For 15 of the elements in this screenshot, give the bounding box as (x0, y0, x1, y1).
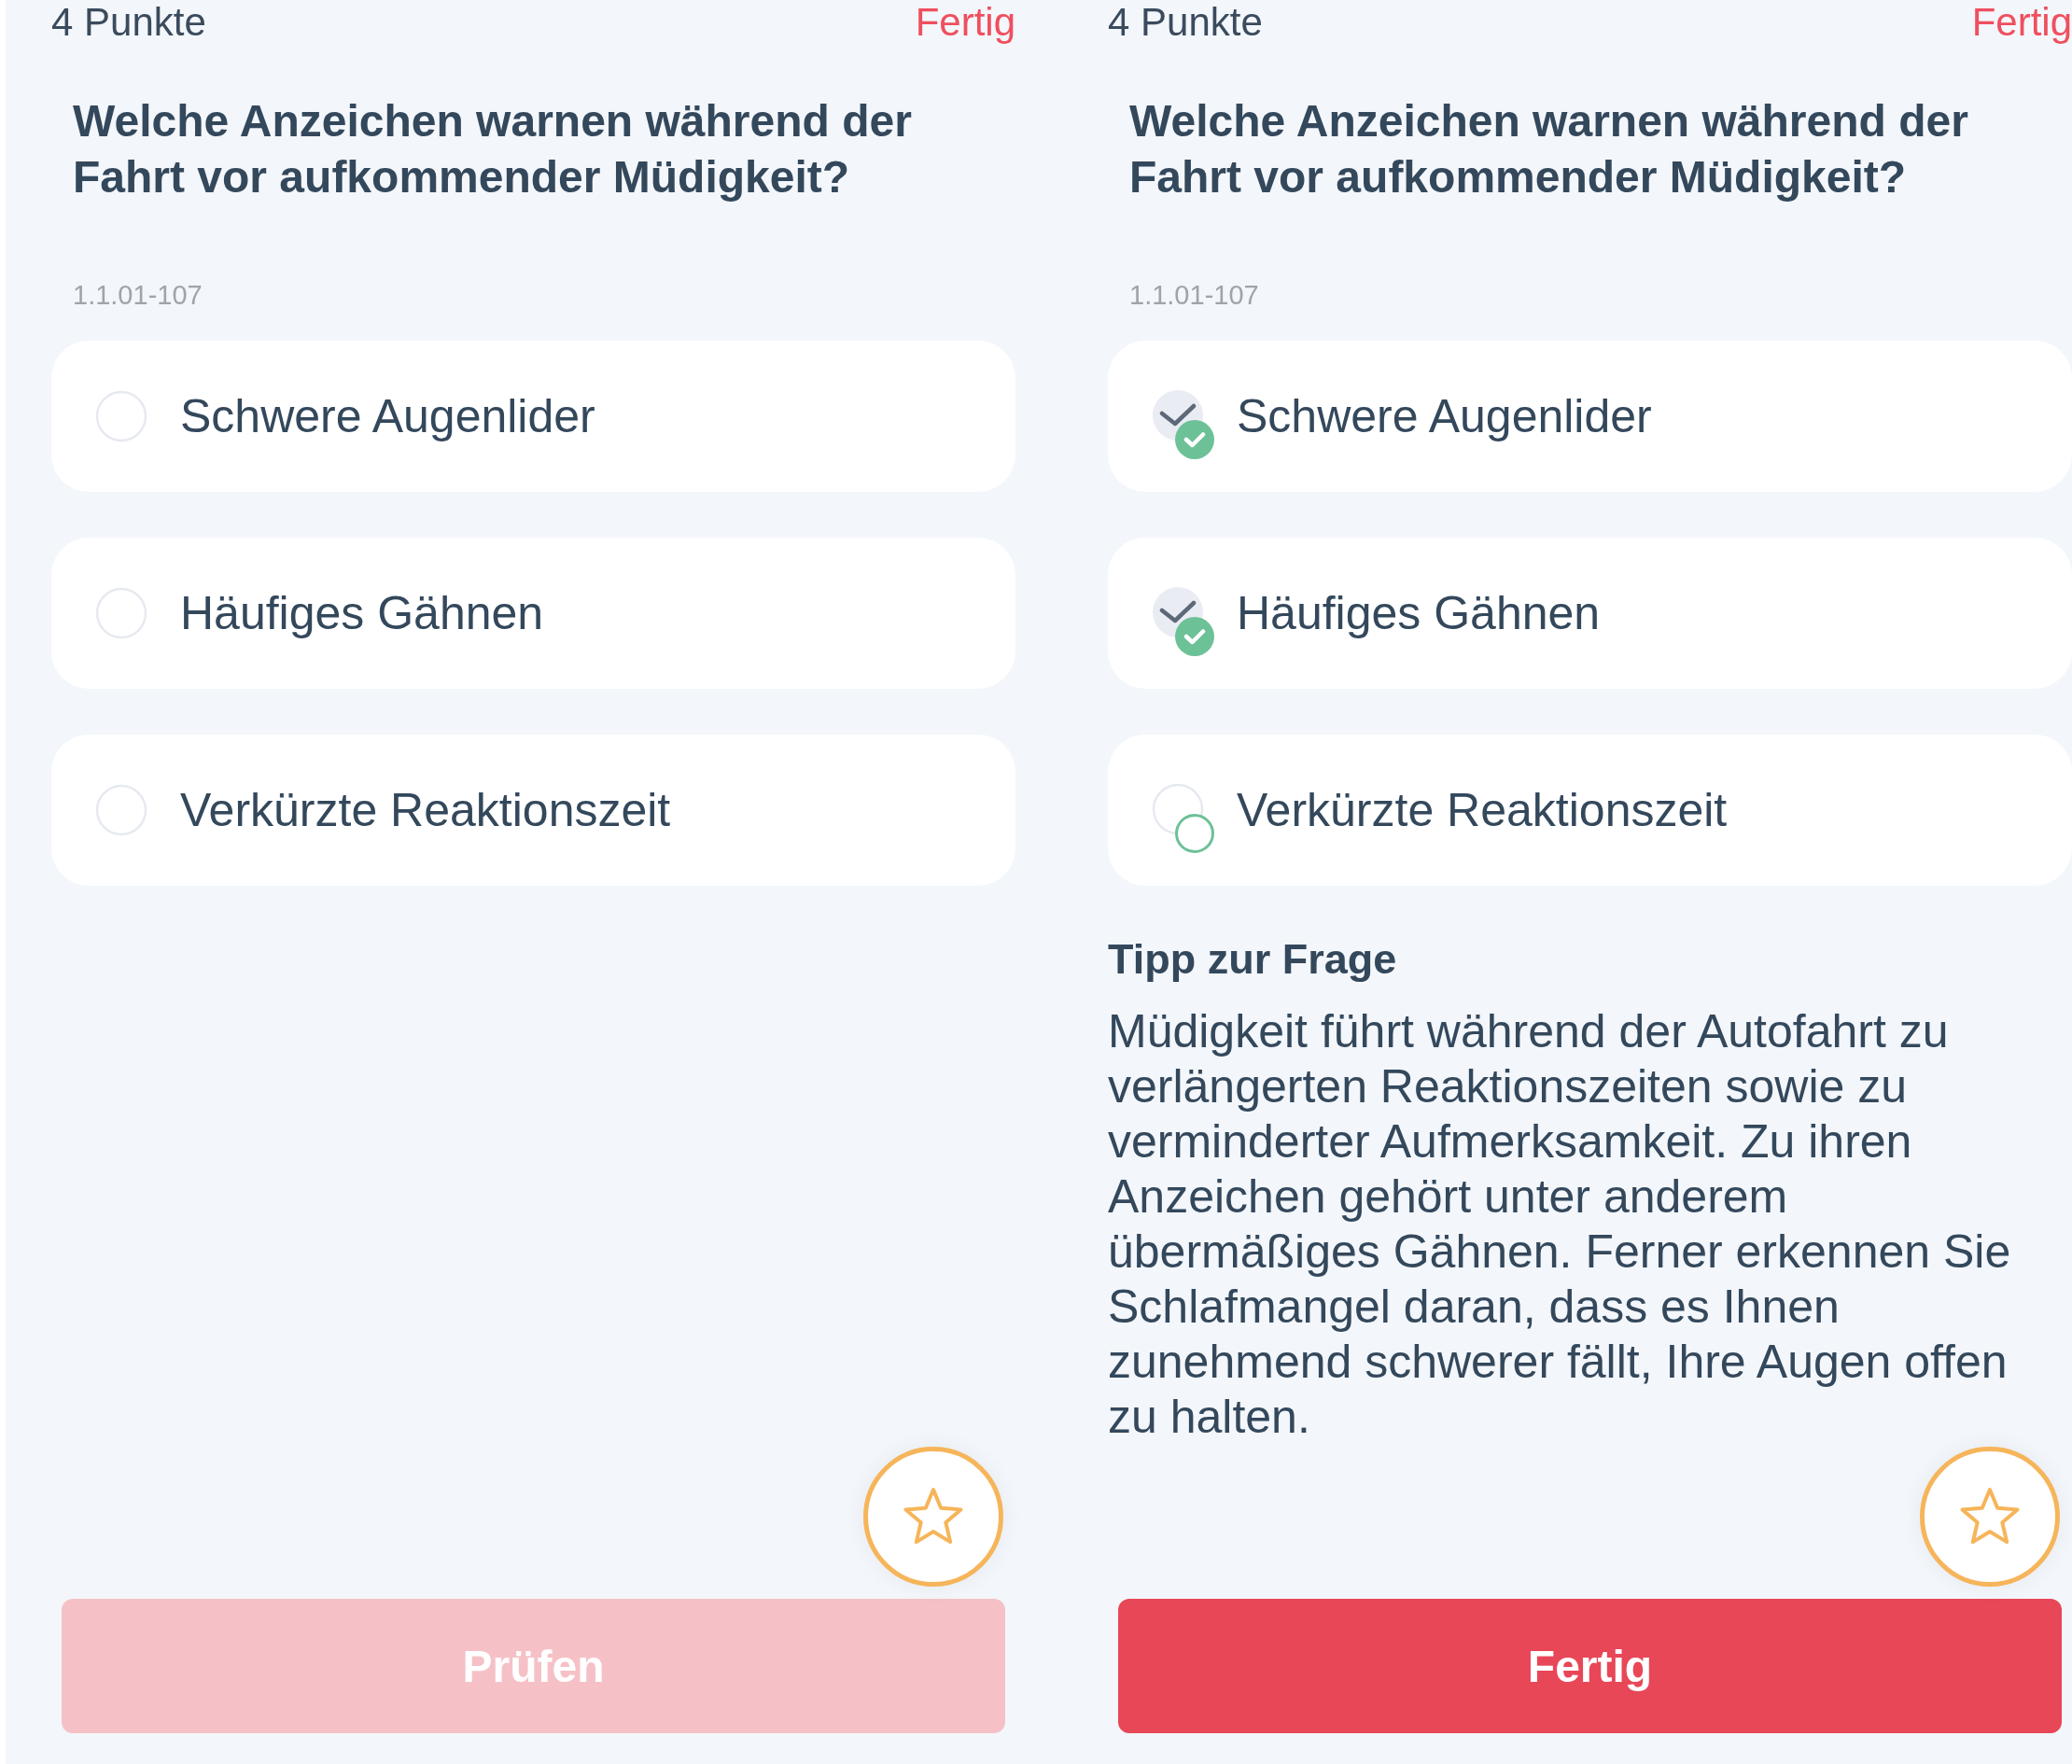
question-title: Welche Anzeichen warnen während der Fahrt vor aufkommender Müdigkeit? (1128, 95, 1969, 203)
question-code: 1.1.01-107 (1128, 279, 1260, 312)
points-label: 4 Punkte (51, 0, 206, 45)
submit-button[interactable]: Fertig (1118, 1599, 2062, 1733)
answer-option[interactable]: Schwere Augenlider (1108, 341, 2072, 492)
question-title: Welche Anzeichen warnen während der Fahrt vor aufkommender Müdigkeit? (72, 95, 913, 203)
answer-option[interactable]: Verkürzte Reaktionszeit (51, 735, 1015, 886)
answer-option[interactable]: Verkürzte Reaktionszeit (1108, 735, 2072, 886)
answer-option[interactable]: Häufiges Gähnen (51, 538, 1015, 689)
points-label: 4 Punkte (1108, 0, 1263, 45)
answer-option[interactable]: Schwere Augenlider (51, 341, 1015, 492)
tip-heading: Tipp zur Frage (1108, 934, 1398, 985)
question-code: 1.1.01-107 (72, 279, 203, 312)
answer-option[interactable]: Häufiges Gähnen (1108, 538, 2072, 689)
tip-text: Müdigkeit führt während der Autofahrt zu verlängerten Reaktionszeiten sowie zu verminderter Aufmerksamkeit. Zu ihren Anzeichen gehört unter anderem übermäßiges Gähnen. Ferner erkennen Sie Schlafmangel daran, dass es Ihnen zunehmend schwerer fällt, Ihre Augen offen zu halten. (1108, 1004, 2012, 1445)
